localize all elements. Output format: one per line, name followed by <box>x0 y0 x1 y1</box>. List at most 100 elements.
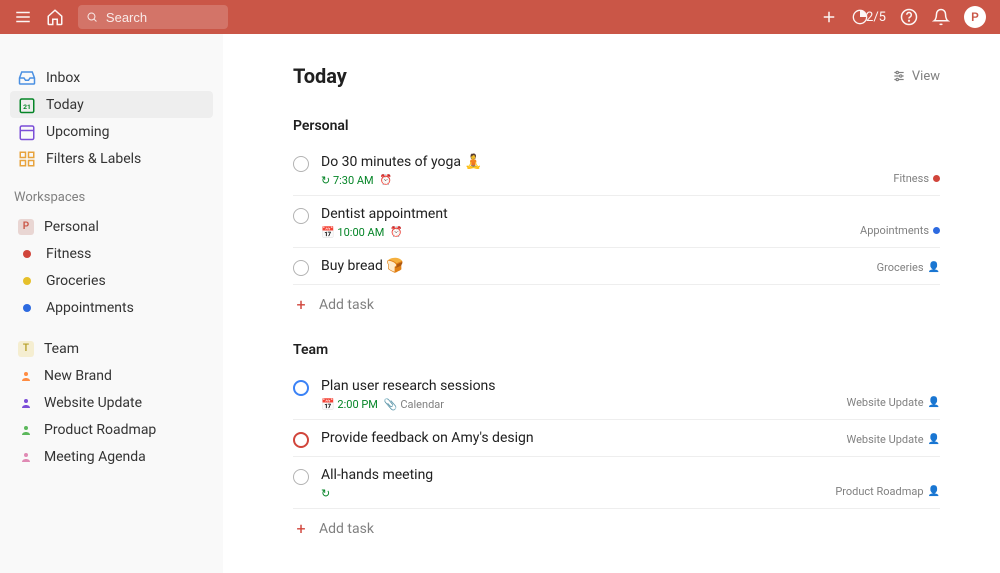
sidebar-item-label: Today <box>46 97 84 113</box>
inbox-icon <box>18 69 36 87</box>
avatar[interactable]: P <box>964 6 986 28</box>
task-row[interactable]: Do 30 minutes of yoga 🧘↻ 7:30 AM⏰ Fitness <box>293 144 940 196</box>
task-row[interactable]: Buy bread 🍞 Groceries👤 <box>293 248 940 285</box>
search-box[interactable] <box>78 5 228 29</box>
project-website-update[interactable]: Website Update <box>10 389 213 416</box>
project-label: Product Roadmap <box>44 422 156 438</box>
project-meeting-agenda[interactable]: Meeting Agenda <box>10 443 213 470</box>
task-row[interactable]: All-hands meeting ↻ Product Roadmap👤 <box>293 457 940 509</box>
add-icon[interactable] <box>820 8 838 26</box>
task-checkbox[interactable] <box>293 156 309 172</box>
task-checkbox[interactable] <box>293 260 309 276</box>
view-label: View <box>912 69 940 84</box>
filters-icon <box>18 150 36 168</box>
project-color-dot <box>23 250 31 258</box>
sidebar-item-inbox[interactable]: Inbox <box>10 64 213 91</box>
person-icon <box>18 397 34 409</box>
task-body: Buy bread 🍞 <box>321 258 865 274</box>
project-product-roadmap[interactable]: Product Roadmap <box>10 416 213 443</box>
task-label-text: Website Update <box>847 433 924 446</box>
task-checkbox[interactable] <box>293 432 309 448</box>
project-fitness[interactable]: Fitness <box>10 240 213 267</box>
reminder-icon: ⏰ <box>390 227 402 238</box>
task-title: Plan user research sessions <box>321 378 835 394</box>
task-label[interactable]: Appointments <box>860 224 940 237</box>
workspace-personal[interactable]: P Personal <box>10 213 213 240</box>
task-checkbox[interactable] <box>293 380 309 396</box>
sidebar-item-label: Filters & Labels <box>46 151 141 167</box>
project-label: Meeting Agenda <box>44 449 146 465</box>
task-row[interactable]: Dentist appointment📅 10:00 AM⏰Appointmen… <box>293 196 940 248</box>
task-body: Do 30 minutes of yoga 🧘↻ 7:30 AM⏰ <box>321 154 881 187</box>
task-title: Do 30 minutes of yoga 🧘 <box>321 154 881 170</box>
reminder-icon: ⏰ <box>380 175 392 186</box>
sidebar-item-label: Upcoming <box>46 124 110 140</box>
menu-icon[interactable] <box>14 8 32 26</box>
task-checkbox[interactable] <box>293 208 309 224</box>
bell-icon[interactable] <box>932 8 950 26</box>
task-label[interactable]: Product Roadmap👤 <box>835 485 940 498</box>
task-label-text: Fitness <box>893 172 929 185</box>
workspace-label: Team <box>44 341 79 357</box>
task-label-text: Website Update <box>847 396 924 409</box>
upcoming-icon <box>18 123 36 141</box>
add-task-label: Add task <box>319 297 374 313</box>
progress-count: 2/5 <box>866 10 886 25</box>
task-label-text: Appointments <box>860 224 929 237</box>
task-time: 📅 10:00 AM <box>321 226 384 239</box>
project-label: New Brand <box>44 368 112 384</box>
section-title: Team <box>293 342 940 358</box>
workspace-badge: P <box>18 219 34 235</box>
project-label: Website Update <box>44 395 142 411</box>
sidebar-item-upcoming[interactable]: Upcoming <box>10 118 213 145</box>
task-label[interactable]: Website Update👤 <box>847 396 941 409</box>
project-groceries[interactable]: Groceries <box>10 267 213 294</box>
search-input[interactable] <box>106 10 220 25</box>
task-label[interactable]: Groceries👤 <box>877 261 940 274</box>
person-icon <box>18 424 34 436</box>
task-title: Provide feedback on Amy's design <box>321 430 835 446</box>
task-body: Plan user research sessions📅 2:00 PM📎 Ca… <box>321 378 835 411</box>
task-label-icon: 👤 <box>928 486 940 497</box>
progress-icon[interactable]: 2/5 <box>852 9 886 25</box>
task-label-icon: 👤 <box>928 262 940 273</box>
task-time: 📅 2:00 PM <box>321 398 378 411</box>
task-label[interactable]: Fitness <box>893 172 940 185</box>
task-row[interactable]: Provide feedback on Amy's design Website … <box>293 420 940 457</box>
task-label-dot <box>933 227 940 234</box>
sidebar-item-today[interactable]: 21 Today <box>10 91 213 118</box>
workspaces-header: Workspaces <box>10 172 213 213</box>
add-task-label: Add task <box>319 521 374 537</box>
page-title: Today <box>293 64 347 88</box>
sidebar: Inbox 21 Today Upcoming Filters & Labels… <box>0 34 223 573</box>
task-label[interactable]: Website Update 👤 <box>847 433 941 446</box>
project-label: Appointments <box>46 300 134 316</box>
task-label-icon: 👤 <box>928 434 940 445</box>
project-label: Fitness <box>46 246 91 262</box>
project-color-dot <box>23 277 31 285</box>
view-button[interactable]: View <box>892 69 940 84</box>
task-body: Dentist appointment📅 10:00 AM⏰ <box>321 206 848 239</box>
project-label: Groceries <box>46 273 106 289</box>
recurring-icon: ↻ <box>321 487 330 500</box>
home-icon[interactable] <box>46 8 64 26</box>
task-checkbox[interactable] <box>293 469 309 485</box>
help-icon[interactable] <box>900 8 918 26</box>
workspace-team[interactable]: T Team <box>10 335 213 362</box>
project-new-brand[interactable]: New Brand <box>10 362 213 389</box>
task-row[interactable]: Plan user research sessions📅 2:00 PM📎 Ca… <box>293 368 940 420</box>
person-icon <box>18 370 34 382</box>
task-title: Buy bread 🍞 <box>321 258 865 274</box>
workspace-badge: T <box>18 341 34 357</box>
sidebar-item-label: Inbox <box>46 70 80 86</box>
task-title: All-hands meeting <box>321 467 823 483</box>
add-task-button[interactable]: +Add task <box>293 509 940 556</box>
task-meta: 📅 10:00 AM ⏰ <box>321 226 848 239</box>
sidebar-item-filters[interactable]: Filters & Labels <box>10 145 213 172</box>
add-task-button[interactable]: + Add task <box>293 285 940 332</box>
section-title: Personal <box>293 118 940 134</box>
plus-icon: + <box>293 295 309 314</box>
top-bar: 2/5 P <box>0 0 1000 34</box>
task-body: All-hands meeting ↻ <box>321 467 823 500</box>
project-appointments[interactable]: Appointments <box>10 294 213 321</box>
